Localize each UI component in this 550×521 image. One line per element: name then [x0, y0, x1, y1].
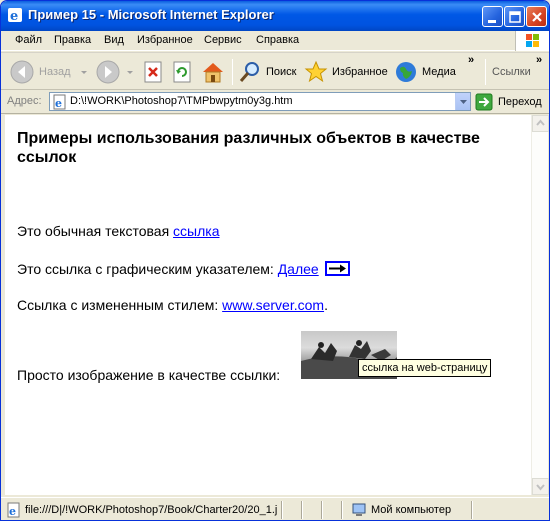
back-button[interactable]: Назад — [9, 58, 89, 86]
status-divider — [301, 501, 303, 519]
image-link-caption: Просто изображение в качестве ссылки: — [17, 367, 281, 383]
menu-edit[interactable]: Правка — [54, 34, 91, 46]
ie-logo-icon: e — [8, 8, 22, 23]
links-button[interactable]: Ссылки — [492, 58, 531, 86]
address-dropdown-button[interactable] — [455, 93, 470, 110]
page-heading: Примеры использования различных объектов… — [17, 130, 480, 166]
window-title: Пример 15 - Microsoft Internet Explorer — [28, 7, 274, 22]
svg-text:e: e — [9, 505, 16, 518]
chevron-down-icon — [460, 100, 467, 104]
back-arrow-icon — [10, 60, 34, 84]
title-bar: e Пример 15 - Microsoft Internet Explore… — [1, 1, 549, 31]
minimize-icon — [488, 20, 496, 23]
security-zone: Мой компьютер — [371, 504, 452, 516]
close-button[interactable] — [526, 6, 547, 27]
image-link-line: Просто изображение в качестве ссылки: — [17, 367, 280, 383]
menu-favorites[interactable]: Избранное — [137, 34, 193, 46]
status-divider — [471, 501, 473, 519]
address-label: Адрес: — [7, 95, 42, 107]
favorites-button[interactable]: Избранное — [304, 58, 388, 86]
status-divider — [321, 501, 323, 519]
menu-bar: Файл Правка Вид Избранное Сервис Справка — [1, 31, 549, 51]
menu-file[interactable]: Файл — [15, 34, 42, 46]
next-link[interactable]: Далее — [278, 261, 319, 277]
scroll-up-button[interactable] — [532, 115, 549, 132]
address-bar: Адрес: e D:\!WORK\Photoshop7\TMPbwpytm0y… — [1, 90, 549, 114]
stop-button[interactable] — [142, 58, 164, 86]
search-icon — [239, 62, 259, 82]
toolbar-separator — [232, 59, 233, 85]
address-field[interactable]: e D:\!WORK\Photoshop7\TMPbwpytm0y3g.htm — [49, 92, 471, 111]
dropdown-arrow-icon — [127, 71, 133, 74]
status-bar: e file:///D|/!WORK/Photoshop7/Book/Chart… — [1, 497, 549, 520]
back-label: Назад — [39, 66, 71, 78]
go-button[interactable]: Переход — [475, 92, 542, 111]
star-icon — [304, 60, 328, 83]
svg-text:e: e — [55, 97, 62, 110]
address-url: D:\!WORK\Photoshop7\TMPbwpytm0y3g.htm — [70, 95, 293, 107]
menu-view[interactable]: Вид — [104, 34, 124, 46]
windows-logo-icon — [515, 31, 549, 51]
toolbar-chevron[interactable]: » — [468, 54, 474, 66]
server-link[interactable]: www.server.com — [222, 297, 324, 313]
media-button[interactable]: Медиа — [394, 58, 456, 86]
vertical-scrollbar[interactable] — [531, 115, 549, 495]
go-label: Переход — [498, 95, 542, 108]
standard-toolbar: Назад Поиск Избранное Медиа » Ссылки » — [1, 52, 549, 90]
link-tooltip: ссылка на web-страницу — [358, 359, 492, 377]
styled-link-caption: Ссылка с измененным стилем: — [17, 297, 223, 313]
styled-link-line: Ссылка с измененным стилем: www.server.c… — [17, 297, 328, 313]
svg-text:e: e — [10, 9, 18, 23]
text-link-caption: Это обычная текстовая — [17, 223, 174, 239]
page-icon: e — [53, 94, 66, 110]
toolbar-separator — [485, 59, 486, 85]
maximize-button[interactable] — [504, 6, 525, 27]
close-icon — [532, 12, 542, 22]
links-label: Ссылки — [492, 66, 531, 78]
graphic-link-caption: Это ссылка с графическим указателем: — [17, 261, 278, 277]
stop-icon — [144, 61, 162, 83]
refresh-button[interactable] — [171, 58, 193, 86]
right-arrow-icon[interactable] — [324, 261, 350, 276]
media-globe-icon — [396, 62, 416, 82]
chevron-up-icon — [536, 119, 545, 126]
forward-button[interactable] — [95, 58, 135, 86]
search-button[interactable]: Поиск — [238, 58, 296, 86]
page-content: Примеры использования различных объектов… — [5, 115, 531, 495]
status-divider — [341, 501, 343, 519]
search-label: Поиск — [266, 66, 297, 78]
computer-icon — [352, 503, 366, 516]
status-text: file:///D|/!WORK/Photoshop7/Book/Charter… — [25, 504, 277, 516]
ie-window: e Пример 15 - Microsoft Internet Explore… — [0, 0, 550, 521]
media-label: Медиа — [422, 66, 456, 78]
chevron-down-icon — [536, 484, 545, 491]
status-divider — [281, 501, 283, 519]
favorites-label: Избранное — [332, 66, 388, 78]
links-chevron[interactable]: » — [536, 54, 542, 66]
dropdown-arrow-icon — [80, 71, 87, 74]
text-link-line: Это обычная текстовая ссылка — [17, 223, 220, 239]
home-icon — [203, 63, 223, 83]
go-arrow-icon — [475, 93, 493, 110]
text-link[interactable]: ссылка — [173, 223, 219, 239]
minimize-button[interactable] — [482, 6, 503, 27]
scroll-down-button[interactable] — [532, 478, 549, 495]
page-icon: e — [7, 502, 20, 518]
graphic-link-line: Это ссылка с графическим указателем: Дал… — [17, 261, 350, 277]
home-button[interactable] — [200, 58, 226, 86]
refresh-icon — [173, 61, 191, 83]
forward-arrow-icon — [96, 60, 120, 84]
menu-help[interactable]: Справка — [256, 34, 299, 46]
maximize-icon — [509, 11, 521, 23]
menu-tools[interactable]: Сервис — [204, 34, 242, 46]
